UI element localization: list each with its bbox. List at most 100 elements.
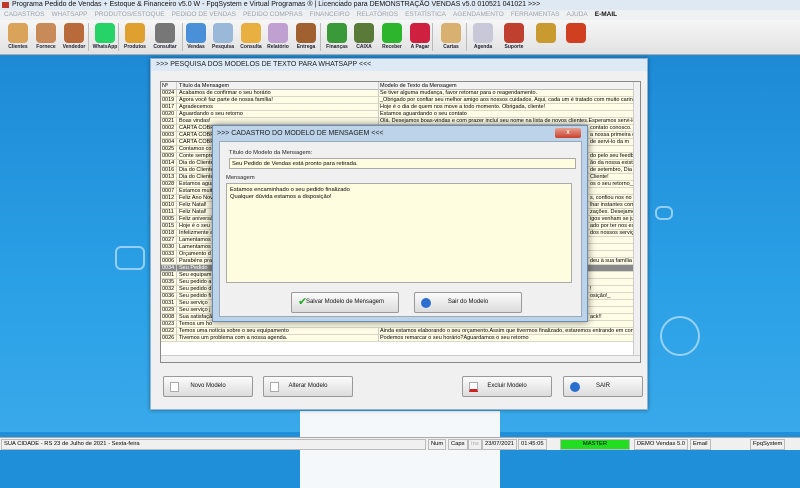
status-email[interactable]: Email <box>690 439 711 450</box>
menu-financeiro[interactable]: FINANCEIRO <box>310 11 350 18</box>
toolbar-button-vendas[interactable]: Vendas <box>182 21 210 54</box>
column-header-number[interactable]: Nº <box>162 82 176 90</box>
cell-number: 0008 <box>162 314 175 320</box>
cell-number: 0013 <box>162 174 175 180</box>
toolbar-button-agenda[interactable]: Agenda <box>469 21 497 54</box>
receive-icon <box>382 23 402 43</box>
toolbar-button-coinsicon[interactable] <box>532 21 560 54</box>
cell-number: 0016 <box>162 167 175 173</box>
button-label: Sair do Modelo <box>447 299 489 305</box>
toolbar-button-pesquisa[interactable]: Pesquisa <box>209 21 237 54</box>
cell-number: 0024 <box>162 90 175 96</box>
menu-ajuda[interactable]: AJUDA <box>566 11 587 18</box>
edit-template-button[interactable]: Alterar Modelo <box>263 376 353 397</box>
cell-number: 0032 <box>162 286 175 292</box>
table-row[interactable]: 0023 Temos um ho <box>161 321 634 328</box>
coins-icon <box>536 23 556 43</box>
grid-header: Nº Título da Mensagem Modelo de Texto da… <box>161 82 634 90</box>
cell-number: 0004 <box>162 139 175 145</box>
supplier-icon <box>36 23 56 43</box>
cell-text-value: Podemos remarcar o seu horário?Aguardamo… <box>380 335 529 341</box>
toolbar-button-vendedor[interactable]: Vendedor <box>60 21 88 54</box>
new-document-icon <box>170 382 179 392</box>
table-row[interactable]: 0019 Agora você faz parte de nossa famíli… <box>161 97 634 104</box>
column-header-text[interactable]: Modelo de Texto da Mensagem <box>378 82 634 90</box>
message-textarea[interactable]: Estamos encaminhado o seu pedido finaliz… <box>226 183 572 283</box>
toolbar-label: Receber <box>382 44 402 50</box>
cell-number: 0036 <box>162 293 175 299</box>
cell-number: 0011 <box>162 209 174 215</box>
toolbar-label: Clientes <box>8 44 28 50</box>
cell-number: 0030 <box>162 244 175 250</box>
vertical-scrollbar[interactable] <box>633 82 640 356</box>
new-template-button[interactable]: Novo Modelo <box>163 376 253 397</box>
toolbar-button-apagar[interactable]: A Pagar <box>406 21 434 54</box>
cell-text-value: _Obrigado por confiar seu melhor amigo a… <box>380 97 634 103</box>
checkmark-icon: ✔ <box>298 296 308 308</box>
cell-number: 0028 <box>162 181 175 187</box>
cell-number: 0001 <box>162 272 175 278</box>
button-label: Salvar Modelo de Mensagem <box>305 299 385 305</box>
toolbar-label: Vendedor <box>62 44 86 50</box>
save-template-button[interactable]: ✔ Salvar Modelo de Mensagem <box>291 292 399 313</box>
column-header-title[interactable]: Título da Mensagem <box>176 82 378 90</box>
folder-icon <box>241 23 261 43</box>
products-icon <box>125 23 145 43</box>
clients-icon <box>8 23 28 43</box>
cell-text-value: Olá. Desejamos boas-vindas e com prazer … <box>380 118 634 124</box>
finance-icon <box>327 23 347 43</box>
table-row[interactable]: 0020 Aguardando o seu retorno Estamos agua… <box>161 111 634 118</box>
cell-number: 0033 <box>162 251 175 257</box>
menu-whatsapp[interactable]: WHATSAPP <box>51 11 87 18</box>
menu-produtosestoque[interactable]: PRODUTOS/ESTOQUE <box>94 11 164 18</box>
cell-number: 0018 <box>162 230 175 236</box>
menu-ferramentas[interactable]: FERRAMENTAS <box>511 11 560 18</box>
toolbar-button-consultar[interactable]: Consultar <box>151 21 179 54</box>
exit-template-button[interactable]: Sair do Modelo <box>414 292 522 313</box>
whatsapp-icon <box>95 23 115 43</box>
table-row[interactable]: 0021 Boas vindas! Olá. Desejamos boas-vind… <box>161 118 634 125</box>
menu-pedidodevendas[interactable]: PEDIDO DE VENDAS <box>172 11 236 18</box>
menu-email[interactable]: E-MAIL <box>595 11 617 18</box>
toolbar-button-entrega[interactable]: Entrega <box>292 21 320 54</box>
cell-text-value: Hoje é o dia de quem nos move a todo mom… <box>380 104 546 110</box>
toolbar-button-relatrio[interactable]: Relatório <box>264 21 292 54</box>
cell-title: Agradecemos <box>176 104 378 110</box>
title-input[interactable]: Seu Pedido de Vendas está pronto para re… <box>229 158 576 169</box>
toolbar-button-fornece[interactable]: Fornece <box>32 21 60 54</box>
cell-title: Aguardando o seu retorno <box>176 111 378 117</box>
title-label: Título do Modelo da Mensagem: <box>229 150 313 156</box>
cell-number: 0019 <box>162 97 175 103</box>
toolbar-button-finanas[interactable]: Finanças <box>323 21 351 54</box>
menu-cadastros[interactable]: CADASTROS <box>4 11 44 18</box>
menu-relatrios[interactable]: RELATÓRIOS <box>357 11 398 18</box>
table-row[interactable]: 0024 Acabamos de confirmar o seu horário S… <box>161 90 634 97</box>
letters-icon <box>441 23 461 43</box>
toolbar-label: Agenda <box>473 44 493 50</box>
toolbar-button-receber[interactable]: Receber <box>378 21 406 54</box>
toolbar-button-exiticon[interactable] <box>562 21 590 54</box>
table-row[interactable]: 0022 Temos uma notícia sobre o seu equipa… <box>161 328 634 335</box>
window-title-bar: Programa Pedido de Vendas + Estoque & Fi… <box>0 0 800 10</box>
delete-template-button[interactable]: Excluir Modelo <box>462 376 552 397</box>
menu-estatstica[interactable]: ESTATÍSTICA <box>405 11 446 18</box>
toolbar-button-whatsapp[interactable]: WhatsApp <box>91 21 119 54</box>
toolbar-label: Fornece <box>36 44 56 50</box>
menu-agendamento[interactable]: AGENDAMENTO <box>453 11 504 18</box>
toolbar-button-clientes[interactable]: Clientes <box>4 21 32 54</box>
toolbar-button-caixa[interactable]: CAIXA <box>350 21 378 54</box>
report-icon <box>268 23 288 43</box>
table-row[interactable]: 0026 Tivemos um problema com a nossa agen… <box>161 335 634 342</box>
exit-button[interactable]: SAIR <box>563 376 643 397</box>
toolbar-button-cartas[interactable]: Cartas <box>437 21 465 54</box>
toolbar-button-suporte[interactable]: Suporte <box>500 21 528 54</box>
toolbar-button-produtos[interactable]: Produtos <box>121 21 149 54</box>
table-row[interactable]: 0017 Agradecemos Hoje é o dia de quem nos … <box>161 104 634 111</box>
toolbar-label: Consulta <box>240 44 262 50</box>
cell-number: 0009 <box>162 153 175 159</box>
toolbar-button-consulta[interactable]: Consulta <box>237 21 265 54</box>
cell-title: Temos um ho <box>176 321 378 327</box>
close-button[interactable]: x <box>555 128 581 138</box>
horizontal-scrollbar[interactable] <box>161 355 640 362</box>
menu-pedidocompras[interactable]: PEDIDO COMPRAS <box>243 11 303 18</box>
